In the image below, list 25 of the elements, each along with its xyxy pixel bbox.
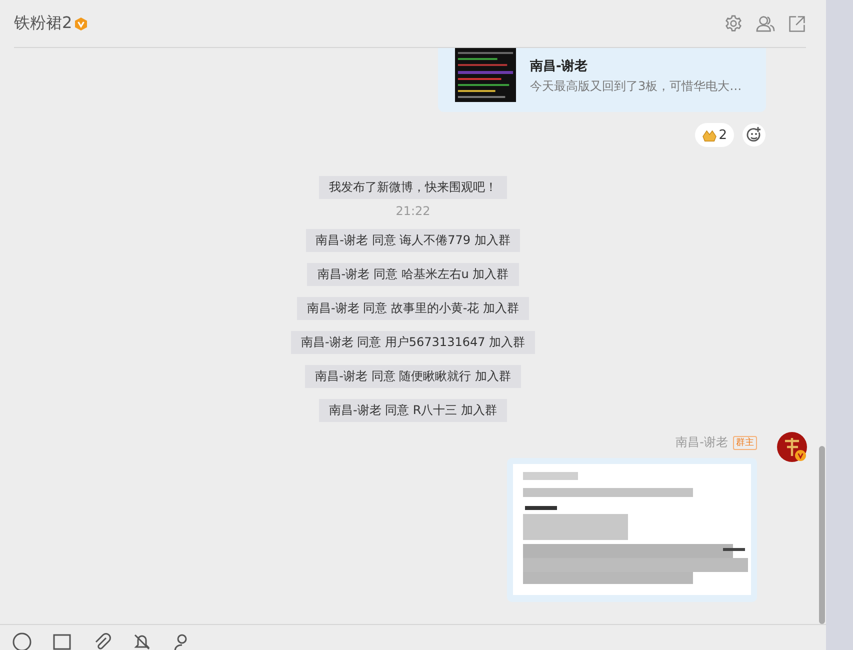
scrollbar[interactable] xyxy=(819,446,825,624)
reaction-chip[interactable]: 2 xyxy=(694,123,734,147)
card-title: 南昌-谢老 xyxy=(530,58,588,75)
system-notice: 南昌-谢老 同意 随便瞅瞅就行 加入群 xyxy=(305,365,521,388)
bell-off-icon[interactable] xyxy=(132,632,152,650)
members-icon[interactable] xyxy=(755,14,776,33)
system-notice: 南昌-谢老 同意 故事里的小黄-花 加入群 xyxy=(296,297,530,320)
add-reaction-icon[interactable] xyxy=(742,123,766,147)
pop-out-icon[interactable] xyxy=(788,14,806,32)
emoji-icon[interactable] xyxy=(12,632,32,650)
image-icon[interactable] xyxy=(52,632,72,650)
sender-name: 南昌-谢老 xyxy=(676,434,728,451)
system-notice: 南昌-谢老 同意 R八十三 加入群 xyxy=(318,399,508,422)
chat-title: 铁粉裙2 xyxy=(14,13,72,34)
link-card[interactable]: 南昌-谢老 今天最高版又回到了3板，可惜华电大… xyxy=(438,48,766,112)
role-tag: 群主 xyxy=(733,436,757,450)
system-notice: 南昌-谢老 同意 用户5673131647 加入群 xyxy=(290,331,536,354)
system-notice: 我发布了新微博，快来围观吧！ xyxy=(319,176,507,199)
card-description: 今天最高版又回到了3板，可惜华电大… xyxy=(530,78,742,95)
timestamp: 21:22 xyxy=(396,204,430,218)
system-notice: 南昌-谢老 同意 哈基米左右u 加入群 xyxy=(307,263,519,286)
crown-icon xyxy=(702,128,717,142)
settings-icon[interactable] xyxy=(724,14,743,33)
avatar[interactable] xyxy=(777,432,807,462)
system-notice: 南昌-谢老 同意 诲人不倦779 加入群 xyxy=(306,229,520,252)
